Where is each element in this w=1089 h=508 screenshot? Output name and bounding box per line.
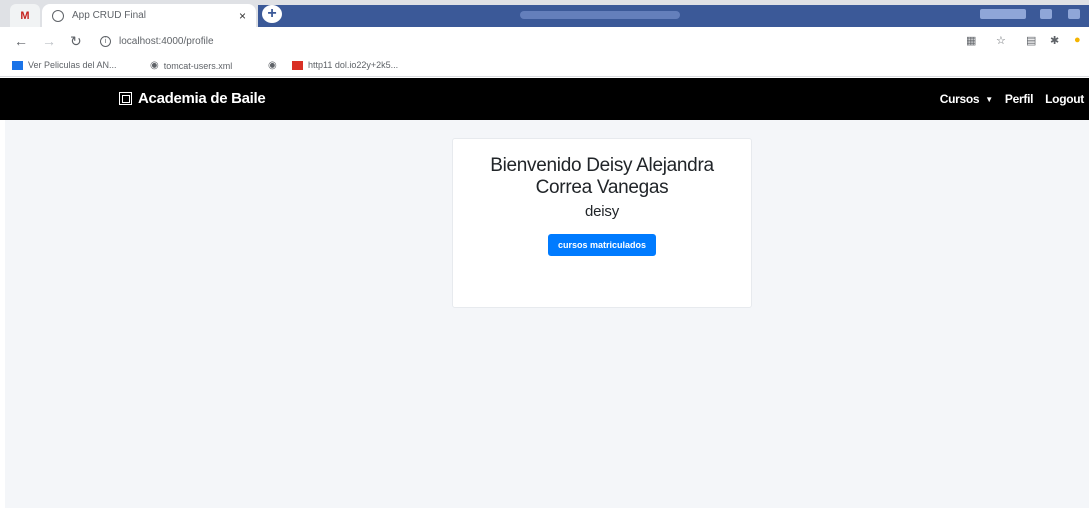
bookmarks-bar: Ver Peliculas del AN... ◉ tomcat-users.x… bbox=[0, 55, 1089, 77]
avatar-icon[interactable]: ● bbox=[1074, 34, 1081, 46]
tab-title: App CRUD Final bbox=[72, 10, 146, 21]
nav-cursos-dropdown[interactable]: Cursos ▼ bbox=[940, 92, 993, 106]
tab-active[interactable]: App CRUD Final × bbox=[42, 4, 256, 27]
nav-links: Cursos ▼ Perfil Logout bbox=[940, 92, 1085, 106]
building-icon bbox=[119, 92, 132, 105]
forward-arrow-icon[interactable]: → bbox=[42, 33, 56, 49]
pinned-tab-gmail[interactable]: M bbox=[10, 4, 40, 27]
bookmark-item[interactable]: Ver Peliculas del AN... bbox=[12, 60, 117, 70]
globe-icon bbox=[52, 9, 64, 22]
bookmark-label: http11 dol.io22y+2k5... bbox=[308, 60, 399, 70]
bookmark-star-icon[interactable]: ☆ bbox=[996, 34, 1006, 47]
nav-cursos-label: Cursos bbox=[939, 92, 980, 106]
enrolled-courses-button[interactable]: cursos matriculados bbox=[547, 234, 657, 256]
bookmark-item[interactable]: ◉ tomcat-users.xml bbox=[150, 60, 232, 71]
profile-button[interactable] bbox=[980, 9, 1026, 19]
nav-logout-link[interactable]: Logout bbox=[1045, 92, 1084, 106]
welcome-heading: Bienvenido Deisy Alejandra Correa Vanega… bbox=[490, 155, 714, 198]
username-text: deisy bbox=[584, 203, 620, 220]
url-text: localhost:4000/profile bbox=[119, 35, 214, 47]
address-bar-row: ← → ↻ i localhost:4000/profile ▦ ☆ ▤ ✱ ● bbox=[0, 27, 1089, 55]
caret-down-icon: ▼ bbox=[985, 95, 993, 105]
profile-card: Bienvenido Deisy Alejandra Correa Vanega… bbox=[452, 138, 752, 308]
youtube-icon bbox=[292, 60, 303, 70]
new-tab-button[interactable]: + bbox=[262, 5, 282, 23]
back-arrow-icon[interactable]: ← bbox=[14, 33, 28, 49]
browser-tab-strip: M App CRUD Final × + bbox=[0, 0, 1089, 27]
main-content: Bienvenido Deisy Alejandra Correa Vanega… bbox=[5, 120, 1089, 508]
bookmark-item[interactable]: http11 dol.io22y+2k5... bbox=[292, 60, 398, 70]
reload-icon[interactable]: ↻ bbox=[70, 33, 82, 50]
bookmark-item[interactable]: ◉ bbox=[268, 60, 277, 71]
globe-icon: ◉ bbox=[268, 60, 277, 71]
puzzle-icon[interactable]: ✱ bbox=[1050, 34, 1059, 47]
url-field[interactable]: i localhost:4000/profile bbox=[100, 31, 960, 51]
nav-perfil-link[interactable]: Perfil bbox=[1005, 92, 1034, 106]
gmail-icon: M bbox=[20, 9, 30, 22]
app-navbar: Academia de Baile Cursos ▼ Perfil Logout bbox=[0, 78, 1089, 120]
brand-text: Academia de Baile bbox=[138, 90, 266, 107]
blurred-window-title bbox=[520, 11, 680, 19]
brand-link[interactable]: Academia de Baile bbox=[119, 90, 266, 107]
extension-icon[interactable]: ▤ bbox=[1026, 34, 1036, 47]
site-info-icon[interactable]: i bbox=[100, 35, 111, 47]
bookmark-label: Ver Peliculas del AN... bbox=[28, 60, 117, 70]
globe-icon: ◉ bbox=[150, 60, 159, 71]
translate-icon[interactable]: ▦ bbox=[966, 34, 976, 47]
close-tab-icon[interactable]: × bbox=[239, 9, 246, 23]
movie-site-icon bbox=[12, 60, 23, 70]
minimize-button[interactable] bbox=[1040, 9, 1052, 19]
bookmark-label: tomcat-users.xml bbox=[163, 60, 233, 71]
maximize-button[interactable] bbox=[1068, 9, 1080, 19]
